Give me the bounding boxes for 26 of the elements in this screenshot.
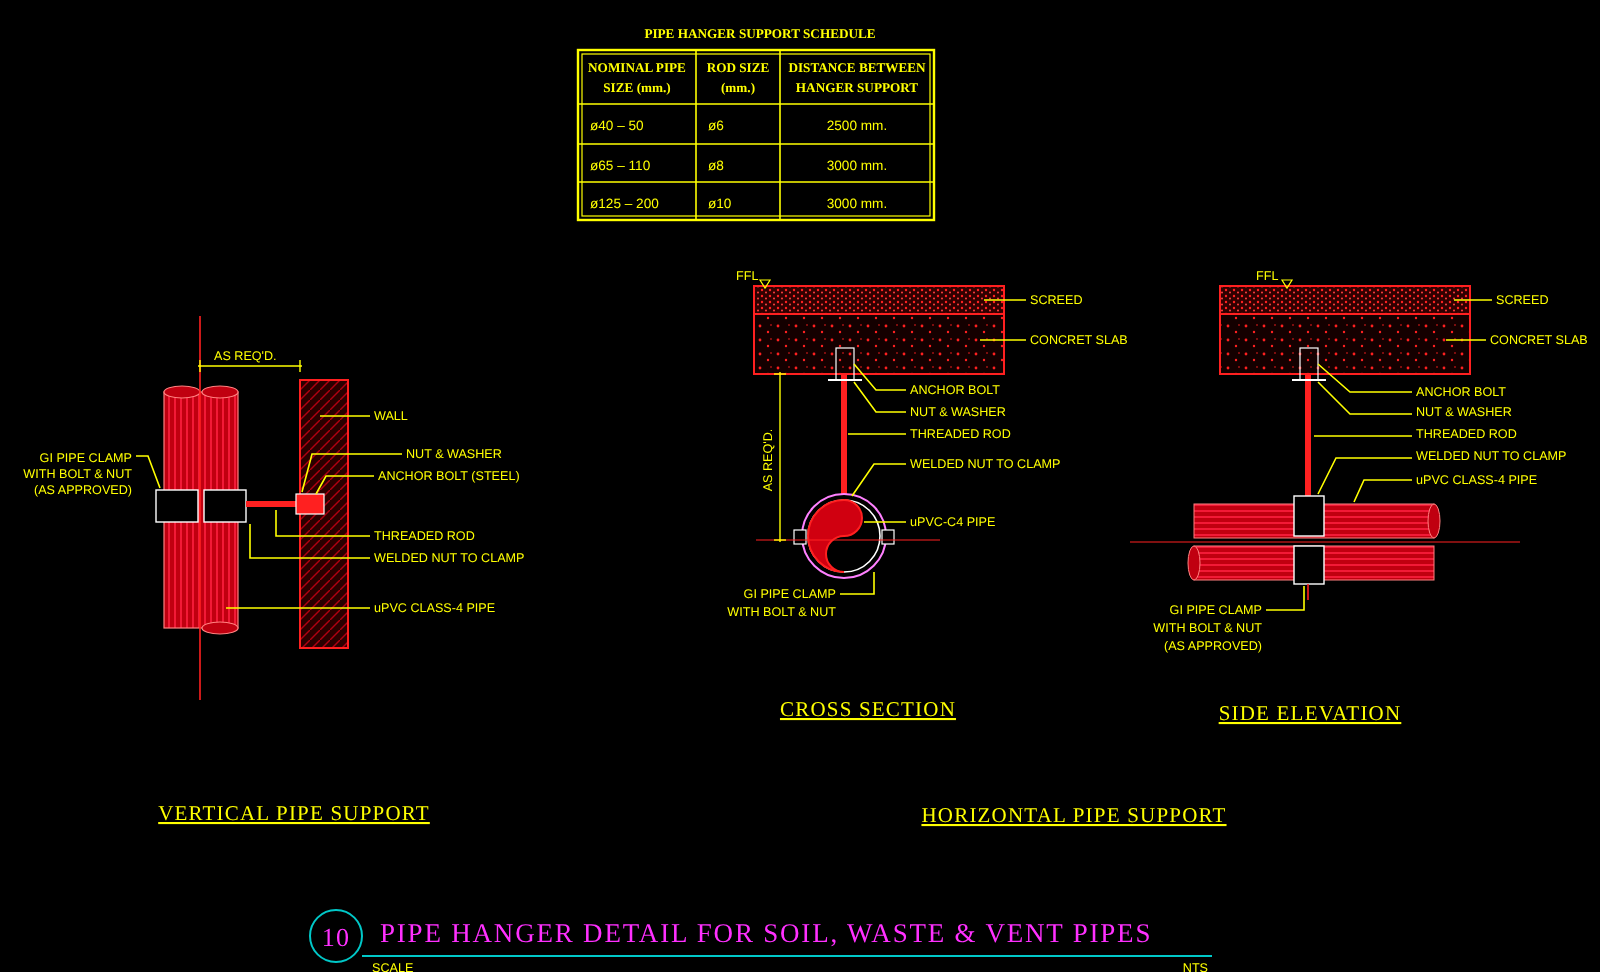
leader-line [839,571,875,595]
leader-line [1265,585,1305,611]
view-title: VERTICAL PIPE SUPPORT [158,804,430,826]
leader-line [1313,435,1413,437]
view-title: SIDE ELEVATION [1218,704,1402,726]
leader-line [983,299,1027,301]
leader-line [275,509,371,537]
leader-line [1317,363,1413,393]
leader-line [851,463,907,497]
detail-number-circle [309,909,363,963]
detail-title: PIPE HANGER DETAIL FOR SOIL, WASTE & VENT PIPES [380,918,1153,948]
view-title: CROSS SECTION [779,700,957,722]
detail-number: 10 [321,922,351,952]
leader-line [319,415,371,417]
leader-line [847,433,907,435]
leader-line [863,521,907,523]
leader-line [249,523,371,559]
leader-line [853,363,907,391]
leader-line [979,339,1027,341]
leader-line [1445,339,1487,341]
group-title: HORIZONTAL PIPE SUPPORT [921,806,1227,828]
dimension-line [197,359,303,373]
leader-line [1453,299,1493,301]
leader-line [1317,381,1413,415]
leader-line [853,381,907,413]
leader-line [135,455,161,489]
